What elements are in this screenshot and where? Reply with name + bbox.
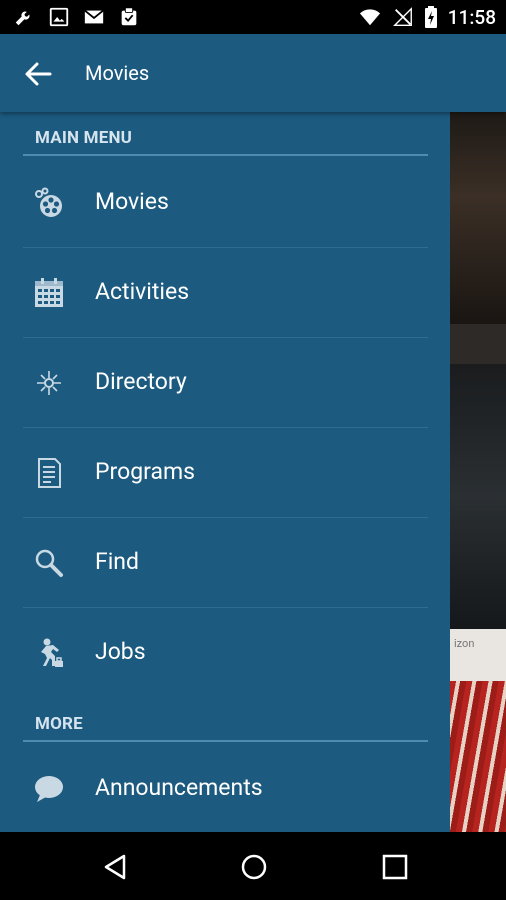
menu-item-activities[interactable]: Activities	[23, 248, 428, 338]
poster-caption: izon	[450, 629, 506, 681]
menu-item-label: Find	[95, 548, 139, 575]
menu-item-label: Jobs	[95, 638, 146, 665]
movie-poster	[450, 364, 506, 629]
compass-icon	[33, 367, 65, 399]
wifi-icon	[358, 6, 382, 28]
section-header-label: MAIN MENU	[35, 128, 133, 148]
menu-item-label: Programs	[95, 458, 196, 485]
no-signal-icon	[392, 6, 414, 28]
poster-gap	[450, 324, 506, 364]
section-header-label: MORE	[35, 714, 83, 734]
navigation-drawer: MAIN MENU Movies Activities Directory Pr…	[0, 112, 450, 832]
menu-item-programs[interactable]: Programs	[23, 428, 428, 518]
menu-item-announcements[interactable]: Announcements	[23, 744, 428, 832]
search-icon	[33, 547, 65, 579]
speech-bubble-icon	[33, 773, 65, 805]
recents-square-icon	[382, 854, 408, 880]
movie-poster	[450, 681, 506, 832]
nav-back-button[interactable]	[100, 852, 130, 882]
menu-item-label: Directory	[95, 368, 187, 395]
battery-charging-icon	[424, 5, 438, 29]
worker-icon	[33, 637, 65, 669]
home-circle-icon	[241, 854, 267, 880]
nav-home-button[interactable]	[239, 852, 269, 882]
menu-item-find[interactable]: Find	[23, 518, 428, 608]
arrow-back-icon	[25, 62, 52, 86]
nav-recents-button[interactable]	[380, 852, 410, 882]
menu-item-directory[interactable]: Directory	[23, 338, 428, 428]
menu-item-movies[interactable]: Movies	[23, 158, 428, 248]
calendar-icon	[33, 277, 65, 309]
movie-poster	[450, 112, 506, 324]
status-time: 11:58	[447, 5, 496, 29]
section-header-main-menu: MAIN MENU	[23, 112, 428, 156]
system-nav-bar	[0, 832, 506, 900]
app-bar: Movies	[0, 34, 506, 112]
status-bar: 11:58	[0, 0, 506, 34]
back-button[interactable]	[22, 58, 54, 90]
background-content: izon	[450, 112, 506, 832]
menu-item-label: Announcements	[95, 774, 263, 801]
gmail-icon	[82, 6, 106, 28]
image-icon	[48, 6, 70, 28]
menu-item-label: Movies	[95, 188, 169, 215]
menu-item-label: Activities	[95, 278, 190, 305]
wrench-icon	[12, 6, 36, 28]
clipboard-check-icon	[118, 6, 140, 28]
page-title: Movies	[85, 61, 150, 85]
back-triangle-icon	[104, 854, 126, 880]
document-icon	[33, 457, 65, 489]
menu-item-jobs[interactable]: Jobs	[23, 608, 428, 698]
film-reel-icon	[33, 187, 65, 219]
section-header-more: MORE	[23, 698, 428, 742]
